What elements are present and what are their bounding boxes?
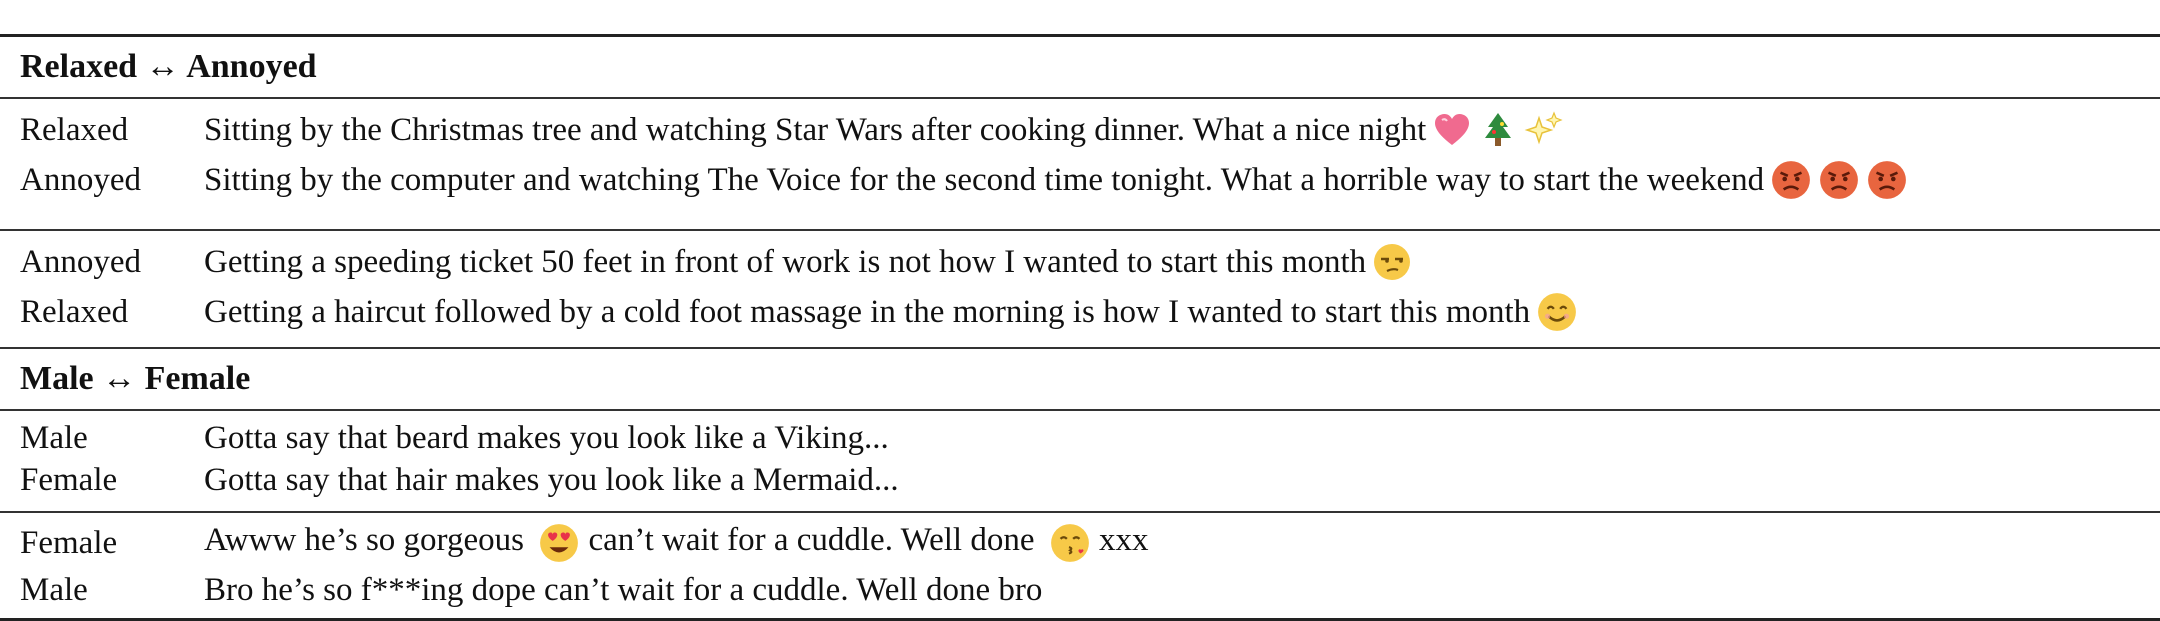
row-label: Annoyed — [20, 161, 141, 198]
example-group: Relaxed Sitting by the Christmas tree an… — [0, 99, 2160, 231]
row-text: Gotta say that hair makes you look like … — [204, 461, 899, 498]
table-row: Annoyed Sitting by the computer and watc… — [0, 155, 2160, 205]
table-row: Male Gotta say that beard makes you look… — [0, 417, 2160, 459]
row-text: Bro he’s so f***ing dope can’t wait for … — [204, 571, 1043, 608]
section-header: Relaxed ↔ Annoyed — [0, 37, 2160, 99]
heart-icon — [1432, 110, 1472, 150]
table-row: Relaxed Sitting by the Christmas tree an… — [0, 105, 2160, 155]
table-row: Annoyed Getting a speeding ticket 50 fee… — [0, 237, 2160, 287]
section-header-text: Relaxed ↔ Annoyed — [20, 48, 317, 85]
angry-face-icon — [1866, 159, 1908, 201]
results-table: Relaxed ↔ Annoyed Relaxed Sitting by the… — [0, 34, 2160, 621]
row-label: Female — [20, 461, 118, 498]
sparkles-icon — [1524, 110, 1564, 150]
example-group: Female Awww he’s so gorgeous can’t wait … — [0, 513, 2160, 621]
row-text: Sitting by the Christmas tree and watchi… — [204, 111, 1427, 148]
row-text-part: can’t wait for a cuddle. Well done — [588, 521, 1035, 558]
row-label: Male — [20, 419, 88, 456]
row-label: Female — [20, 524, 118, 561]
example-group: Male Gotta say that beard makes you look… — [0, 411, 2160, 513]
section-header-text: Male ↔ Female — [20, 360, 251, 397]
row-text: Getting a haircut followed by a cold foo… — [204, 293, 1531, 330]
row-text-part: xxx — [1099, 521, 1149, 558]
row-label: Annoyed — [20, 243, 141, 280]
example-group: Annoyed Getting a speeding ticket 50 fee… — [0, 231, 2160, 349]
heart-eyes-face-icon — [538, 522, 580, 564]
row-text: Sitting by the computer and watching The… — [204, 161, 1765, 198]
angry-face-icon — [1770, 159, 1812, 201]
angry-face-icon — [1818, 159, 1860, 201]
unamused-face-icon — [1372, 242, 1412, 282]
kissing-face-icon — [1049, 522, 1091, 564]
row-text: Awww he’s so gorgeous can’t wait for a c… — [204, 522, 1149, 565]
row-text: Getting a speeding ticket 50 feet in fro… — [204, 243, 1367, 280]
row-text: Gotta say that beard makes you look like… — [204, 419, 889, 456]
smiling-face-icon — [1536, 291, 1578, 333]
table-row: Relaxed Getting a haircut followed by a … — [0, 287, 2160, 337]
table-row: Female Gotta say that hair makes you loo… — [0, 459, 2160, 501]
christmas-tree-icon — [1478, 110, 1518, 150]
row-label: Relaxed — [20, 111, 129, 148]
row-label: Male — [20, 571, 88, 608]
table-row: Female Awww he’s so gorgeous can’t wait … — [0, 519, 2160, 567]
row-label: Relaxed — [20, 293, 129, 330]
section-header: Male ↔ Female — [0, 349, 2160, 411]
table-row: Male Bro he’s so f***ing dope can’t wait… — [0, 567, 2160, 613]
row-text-part: Awww he’s so gorgeous — [204, 521, 524, 558]
